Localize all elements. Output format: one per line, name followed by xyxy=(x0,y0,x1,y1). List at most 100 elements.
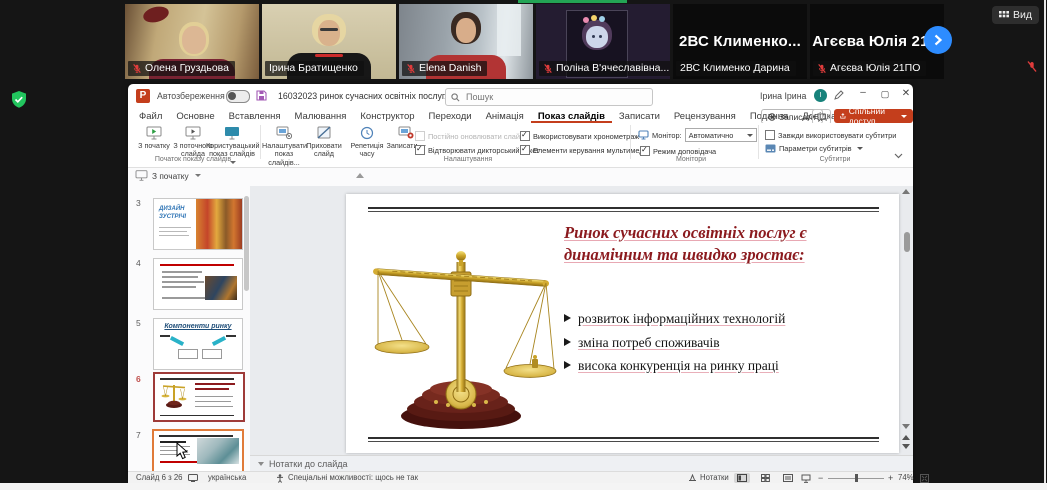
screen: Олена Груздьова Ірина Братищенко Elena D… xyxy=(0,0,1047,490)
slide-thumbnail-panel: 3 ДИЗАЙН ЗУСТРІЧІ 4 5 Компоненти ринку 6… xyxy=(128,186,251,472)
zoom-slider-thumb[interactable] xyxy=(855,474,858,482)
view-button[interactable]: Вид xyxy=(992,6,1039,24)
tab-transitions[interactable]: Переходи xyxy=(422,108,479,123)
tab-file[interactable]: Файл xyxy=(132,108,169,123)
accessibility-icon xyxy=(277,474,283,483)
restore-button[interactable]: ▢ xyxy=(876,89,894,105)
slide-scrollbar-up-icon[interactable] xyxy=(902,189,910,194)
thumbnail-scrollbar[interactable] xyxy=(244,196,249,291)
tab-insert[interactable]: Вставлення xyxy=(222,108,288,123)
participant-nametag: Агєєва Юлія 21ПО xyxy=(813,61,927,76)
thumbnail-slide-3[interactable]: ДИЗАЙН ЗУСТРІЧІ xyxy=(153,198,243,250)
next-participants-button[interactable] xyxy=(924,26,952,54)
search-input[interactable] xyxy=(464,91,628,103)
rehearse-timings-button[interactable]: Репетиція часу xyxy=(346,124,388,159)
group-label-start: Початок показу слайдів xyxy=(154,156,232,163)
slide-canvas-area[interactable]: Ринок сучасних освітніх послуг є динаміч… xyxy=(250,186,913,455)
participant-name: Олена Груздьова xyxy=(145,62,229,74)
slideshow-view-button[interactable] xyxy=(798,473,814,483)
mouse-cursor xyxy=(176,442,189,460)
normal-view-button[interactable] xyxy=(734,473,750,483)
thumb-number: 4 xyxy=(136,258,141,268)
next-slide-button[interactable] xyxy=(902,444,910,449)
autosave-toggle[interactable] xyxy=(226,90,250,103)
from-beginning-label: З початку xyxy=(138,141,170,150)
save-icon[interactable] xyxy=(256,90,267,101)
tab-design[interactable]: Конструктор xyxy=(353,108,421,123)
hide-slide-button[interactable]: Приховати слайд xyxy=(306,124,342,159)
pen-icon[interactable] xyxy=(834,90,844,100)
bullet-arrow-icon xyxy=(564,337,571,346)
thumb5-arrow xyxy=(211,335,227,347)
checkbox-label: Постійно оновлювати слайди xyxy=(428,131,529,141)
zoom-percent[interactable]: 74% xyxy=(898,473,914,482)
thumbnail-slide-6[interactable] xyxy=(153,372,245,422)
slide-title[interactable]: Ринок сучасних освітніх послуг є динаміч… xyxy=(564,222,889,266)
checkbox-presenter-view[interactable]: Режим доповідача xyxy=(640,145,716,156)
chevron-right-icon xyxy=(934,34,943,46)
slideshow-current-icon xyxy=(185,126,201,139)
checkbox-use-timings[interactable]: Використовувати хронометраж xyxy=(520,130,639,141)
checkbox-keep-slides-updated[interactable]: Постійно оновлювати слайди xyxy=(415,131,528,141)
participant-tile[interactable]: Олена Груздьова xyxy=(125,4,259,79)
normal-view-icon xyxy=(737,474,747,482)
checkbox-box xyxy=(520,144,530,155)
splitter-handle-icon[interactable] xyxy=(356,173,364,178)
language-label[interactable]: українська xyxy=(208,473,246,482)
subtitle-settings-label: Параметри субтитрів xyxy=(779,144,852,153)
tab-animations[interactable]: Анімація xyxy=(479,108,531,123)
reading-view-icon xyxy=(783,474,793,482)
search-box[interactable] xyxy=(445,88,653,106)
collapse-ribbon-icon[interactable] xyxy=(894,153,903,159)
thumb5-arrow xyxy=(169,335,185,347)
slide-bottom-rule xyxy=(368,437,879,439)
participant-tile[interactable]: Поліна В'ячеславівна... xyxy=(536,4,670,79)
slide-scrollbar[interactable] xyxy=(904,232,910,252)
thumb3-title: ДИЗАЙН ЗУСТРІЧІ xyxy=(159,206,187,220)
from-beginning-button[interactable]: З початку xyxy=(136,124,172,150)
notes-splitter-icon[interactable] xyxy=(258,462,264,466)
qat-from-beginning-button[interactable]: З початку xyxy=(135,170,201,181)
slide-sorter-view-button[interactable] xyxy=(757,473,773,483)
participant-tile[interactable]: 2ВС Клименко... 2ВС Клименко Дарина xyxy=(673,4,807,79)
hide-slide-icon xyxy=(317,126,331,139)
participant-tile[interactable]: Elena Danish xyxy=(399,4,533,79)
zoom-in-button[interactable]: + xyxy=(888,473,893,483)
reading-view-button[interactable] xyxy=(780,473,796,483)
accessibility-status[interactable]: Спеціальні можливості: щось не так xyxy=(288,473,418,482)
share-button[interactable]: Спільний доступ xyxy=(834,106,913,126)
setup-slideshow-button[interactable]: Налаштувати показ слайдів... xyxy=(262,124,307,167)
thumb-number: 5 xyxy=(136,318,141,328)
participant-tile[interactable]: Ірина Братищенко xyxy=(262,4,396,79)
tab-review[interactable]: Рецензування xyxy=(667,108,743,123)
zoom-out-button[interactable]: − xyxy=(818,473,823,483)
monitor-dropdown[interactable]: Автоматично xyxy=(684,128,757,142)
scales-of-justice-image[interactable] xyxy=(362,220,562,438)
notes-toggle-button[interactable]: Нотатки xyxy=(688,473,729,482)
account-name[interactable]: Ірина Ірина xyxy=(760,91,806,101)
rehearse-label: Репетиція часу xyxy=(350,141,384,159)
display-settings-icon[interactable] xyxy=(188,474,198,482)
security-shield-icon[interactable] xyxy=(10,90,28,109)
slide-bullet-list[interactable]: розвиток інформаційних технологій зміна … xyxy=(564,310,889,381)
fit-to-window-icon[interactable] xyxy=(920,473,929,483)
tab-home[interactable]: Основне xyxy=(169,108,221,123)
notes-pane[interactable]: Нотатки до слайда xyxy=(250,455,913,472)
subtitle-settings-button[interactable]: Параметри субтитрів xyxy=(765,144,863,153)
checkbox-always-subtitles[interactable]: Завжди використовувати субтитри xyxy=(765,130,896,140)
previous-slide-button[interactable] xyxy=(902,435,910,440)
thumbnail-slide-5[interactable]: Компоненти ринку xyxy=(153,318,243,370)
slide-scrollbar-down-icon[interactable] xyxy=(902,424,910,429)
avatar[interactable]: І xyxy=(814,89,827,102)
thumbnail-slide-4[interactable] xyxy=(153,258,243,310)
minimize-button[interactable]: – xyxy=(854,87,872,103)
thumbnail-slide-7[interactable] xyxy=(153,430,243,472)
tab-record[interactable]: Записати xyxy=(612,108,667,123)
participant-nametag: Elena Danish xyxy=(402,61,488,76)
slide-bullet: розвиток інформаційних технологій xyxy=(564,310,889,328)
participant-name: 2ВС Клименко Дарина xyxy=(680,62,790,74)
tab-draw[interactable]: Малювання xyxy=(288,108,354,123)
close-button[interactable]: ✕ xyxy=(897,88,915,104)
current-slide[interactable]: Ринок сучасних освітніх послуг є динаміч… xyxy=(346,194,899,453)
tab-slideshow[interactable]: Показ слайдів xyxy=(531,108,612,123)
